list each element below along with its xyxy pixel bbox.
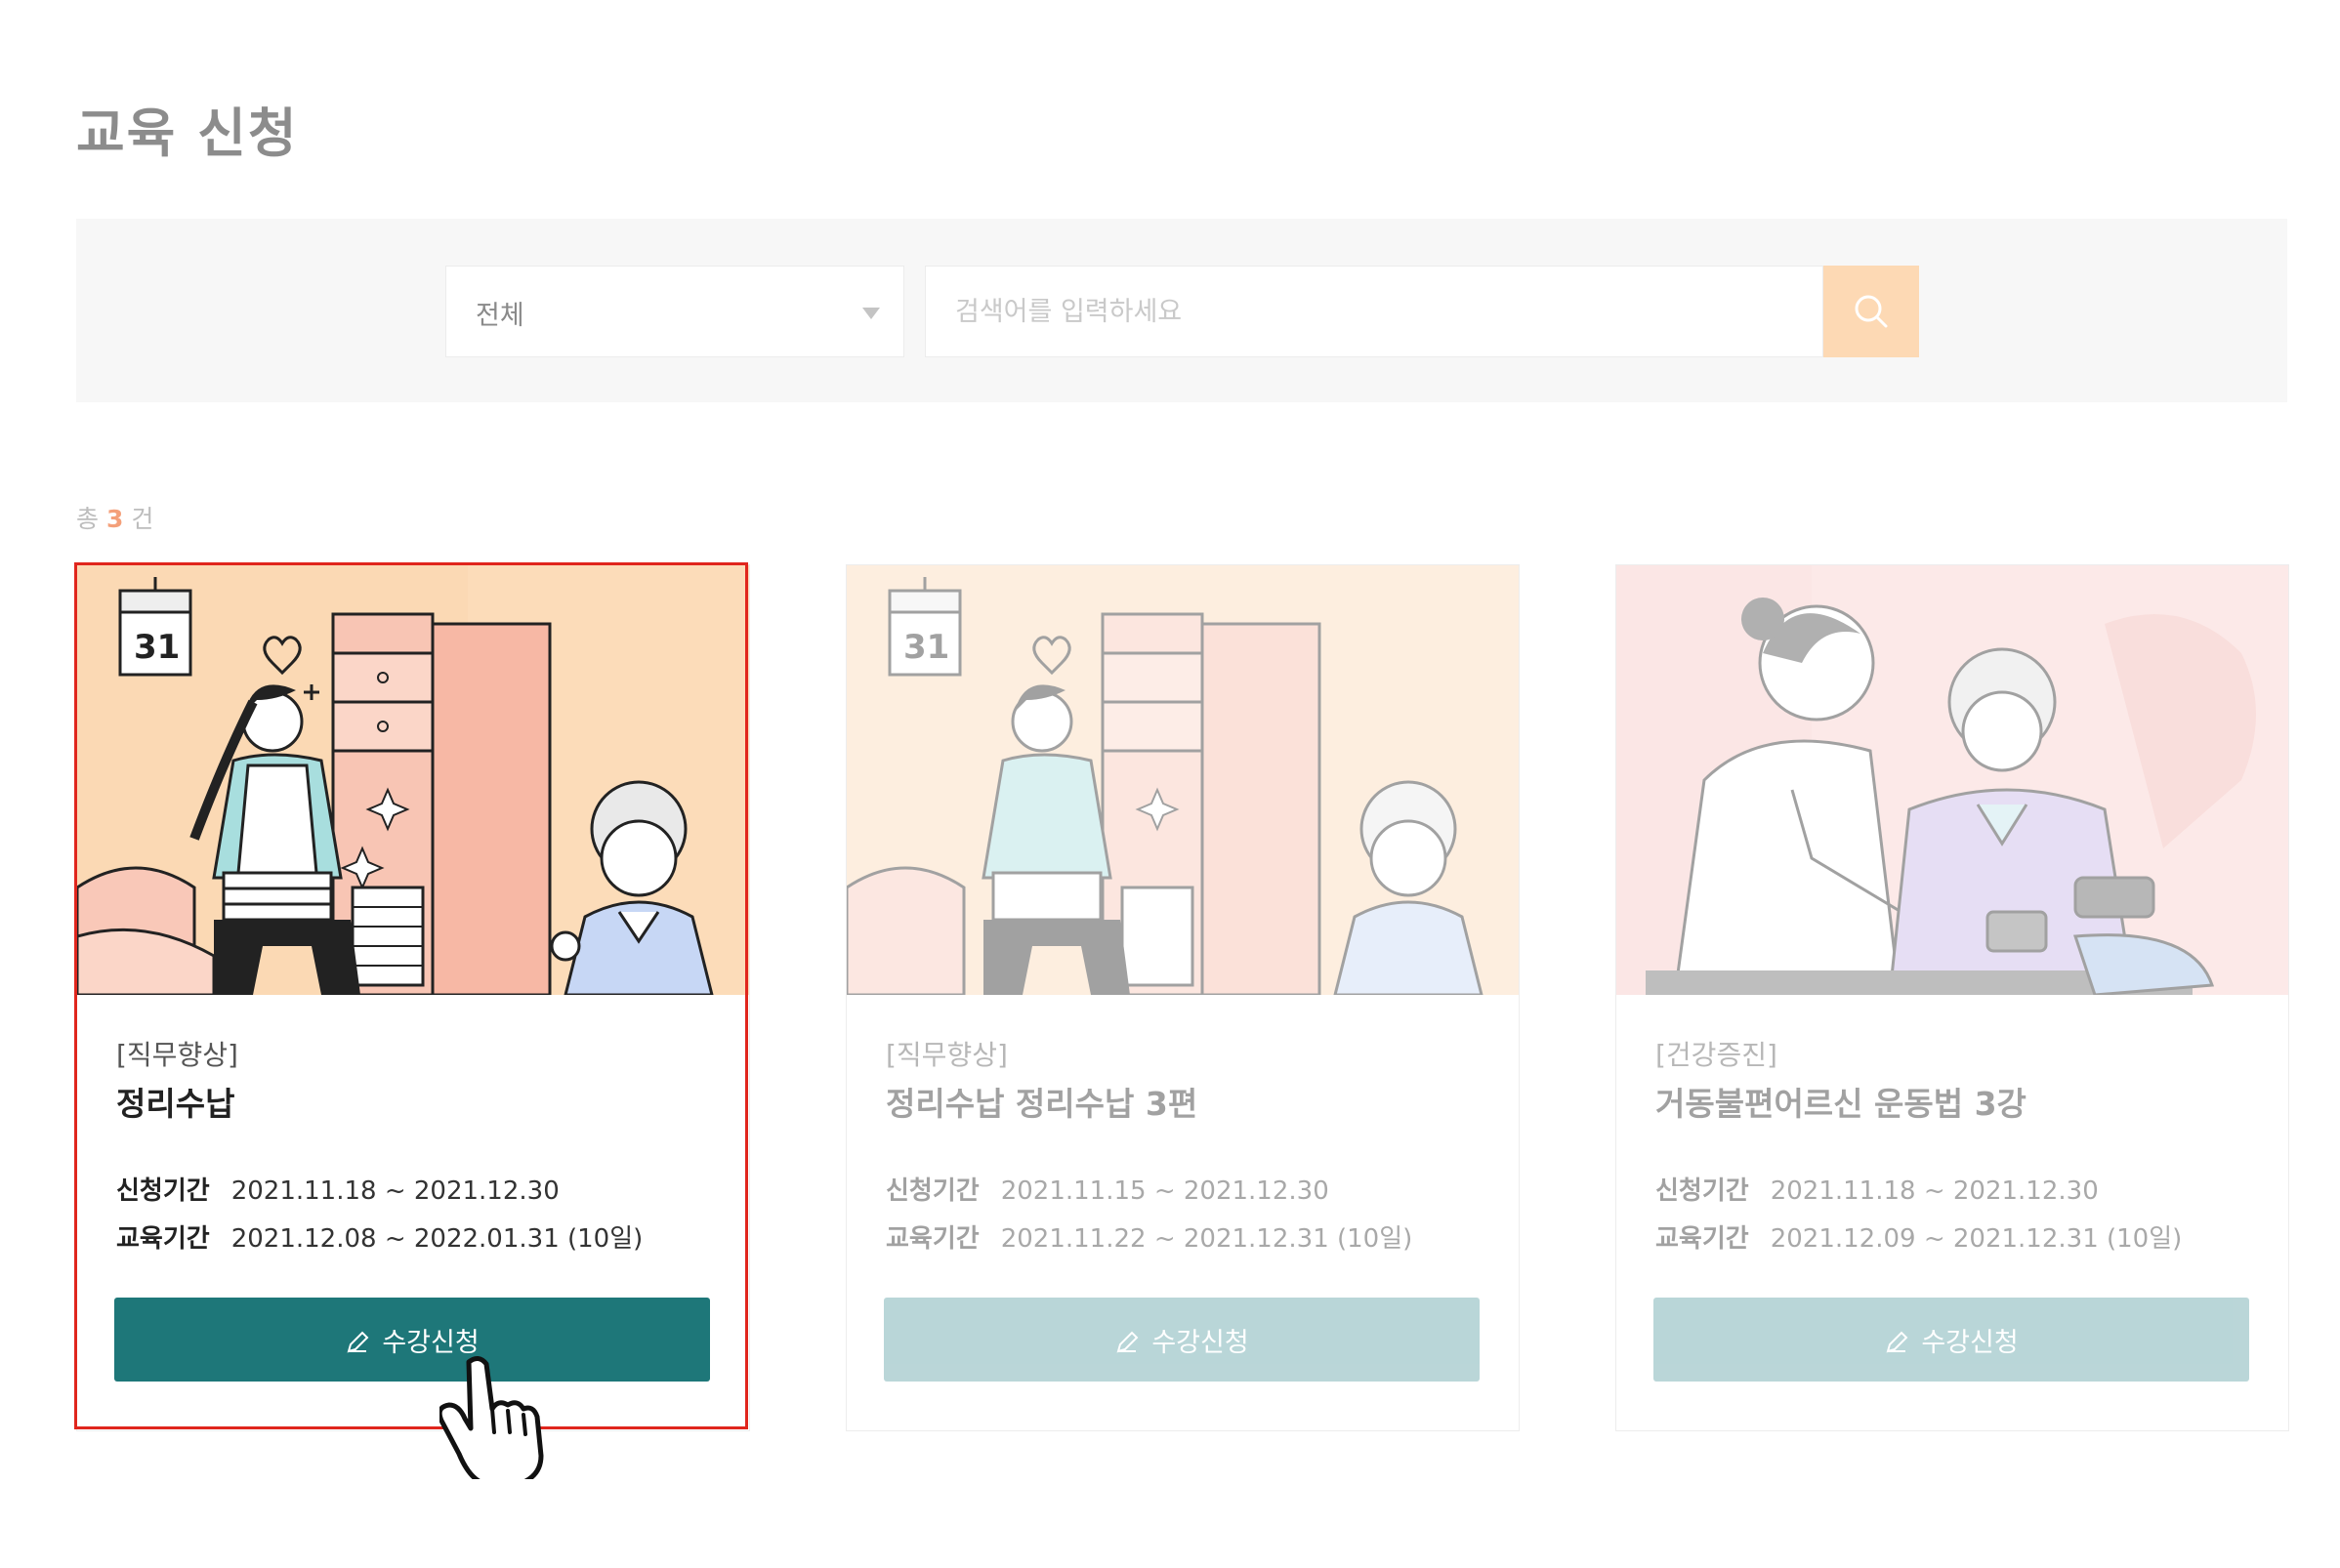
apply-period: 신청기간 2021.11.15 ~ 2021.12.30 [886,1171,1329,1207]
total-count-number: 3 [105,505,124,533]
course-category: [직무향상] [886,1039,1008,1071]
enroll-button[interactable]: 수강신청 [884,1298,1480,1382]
apply-period-value: 2021.11.15 ~ 2021.12.30 [1000,1176,1329,1206]
total-count-prefix: 총 [76,505,100,533]
education-period-label: 교육기간 [116,1224,210,1254]
course-card-body: [직무향상] 정리수납 신청기간 2021.11.18 ~ 2021.12.30 … [77,995,749,1430]
svg-text:31: 31 [903,628,949,667]
apply-period-label: 신청기간 [1655,1176,1749,1206]
search-panel: 전체 [76,219,2287,402]
course-category: [건강증진] [1655,1039,1777,1071]
search-icon [1855,295,1888,328]
education-period: 교육기간 2021.12.09 ~ 2021.12.31 (10일) [1655,1218,2182,1255]
page-title: 교육 신청 [76,103,299,164]
svg-text:31: 31 [134,628,180,667]
apply-period-value: 2021.11.18 ~ 2021.12.30 [1770,1176,2099,1206]
course-card[interactable]: [건강증진] 거동불편어르신 운동법 3강 신청기간 2021.11.18 ~ 2… [1615,564,2289,1431]
education-period: 교육기간 2021.11.22 ~ 2021.12.31 (10일) [886,1218,1412,1255]
caret-down-icon [862,308,880,319]
enroll-button[interactable]: 수강신청 [114,1298,710,1382]
course-thumbnail [1616,565,2288,995]
course-card[interactable]: 31 [직무향상] 정리수납 신청기간 2021.11.18 ~ 2021.12… [76,564,750,1431]
course-thumbnail: 31 [847,565,1519,995]
education-period-value: 2021.12.09 ~ 2021.12.31 (10일) [1770,1224,2183,1254]
course-card-body: [직무향상] 정리수납 정리수납 3편 신청기간 2021.11.15 ~ 202… [847,995,1519,1430]
enroll-button-label: 수강신청 [1921,1327,2019,1358]
category-select[interactable]: 전체 [445,266,904,357]
pencil-icon [1886,1331,1908,1352]
category-select-value: 전체 [476,301,524,331]
education-period-value: 2021.11.22 ~ 2021.12.31 (10일) [1000,1224,1413,1254]
education-period: 교육기간 2021.12.08 ~ 2022.01.31 (10일) [116,1218,643,1255]
enroll-button[interactable]: 수강신청 [1653,1298,2249,1382]
search-input[interactable] [925,266,1823,357]
enroll-button-label: 수강신청 [1151,1327,1249,1358]
course-title[interactable]: 정리수납 정리수납 3편 [886,1078,1197,1125]
calendar-icon: 31 [888,577,962,677]
course-title[interactable]: 거동불편어르신 운동법 3강 [1655,1078,2027,1125]
education-period-label: 교육기간 [886,1224,980,1254]
search-button[interactable] [1823,266,1919,357]
course-thumbnail: 31 [77,565,749,995]
total-count-suffix: 건 [131,505,154,533]
pencil-icon [1116,1331,1139,1352]
apply-period-value: 2021.11.18 ~ 2021.12.30 [230,1176,560,1206]
course-category: [직무향상] [116,1039,238,1071]
course-card[interactable]: 31 [직무향상] 정리수납 정리수납 3편 신청기간 2021.11.15 ~ … [846,564,1520,1431]
total-count: 총 3 건 [76,500,153,535]
hand-pointer-icon [439,1356,544,1479]
education-period-value: 2021.12.08 ~ 2022.01.31 (10일) [230,1224,644,1254]
apply-period-label: 신청기간 [886,1176,980,1206]
course-card-body: [건강증진] 거동불편어르신 운동법 3강 신청기간 2021.11.18 ~ 2… [1616,995,2288,1430]
apply-period: 신청기간 2021.11.18 ~ 2021.12.30 [116,1171,560,1207]
calendar-icon: 31 [118,577,192,677]
apply-period-label: 신청기간 [116,1176,210,1206]
course-title[interactable]: 정리수납 [116,1078,234,1125]
apply-period: 신청기간 2021.11.18 ~ 2021.12.30 [1655,1171,2099,1207]
pencil-icon [347,1331,369,1352]
education-period-label: 교육기간 [1655,1224,1749,1254]
